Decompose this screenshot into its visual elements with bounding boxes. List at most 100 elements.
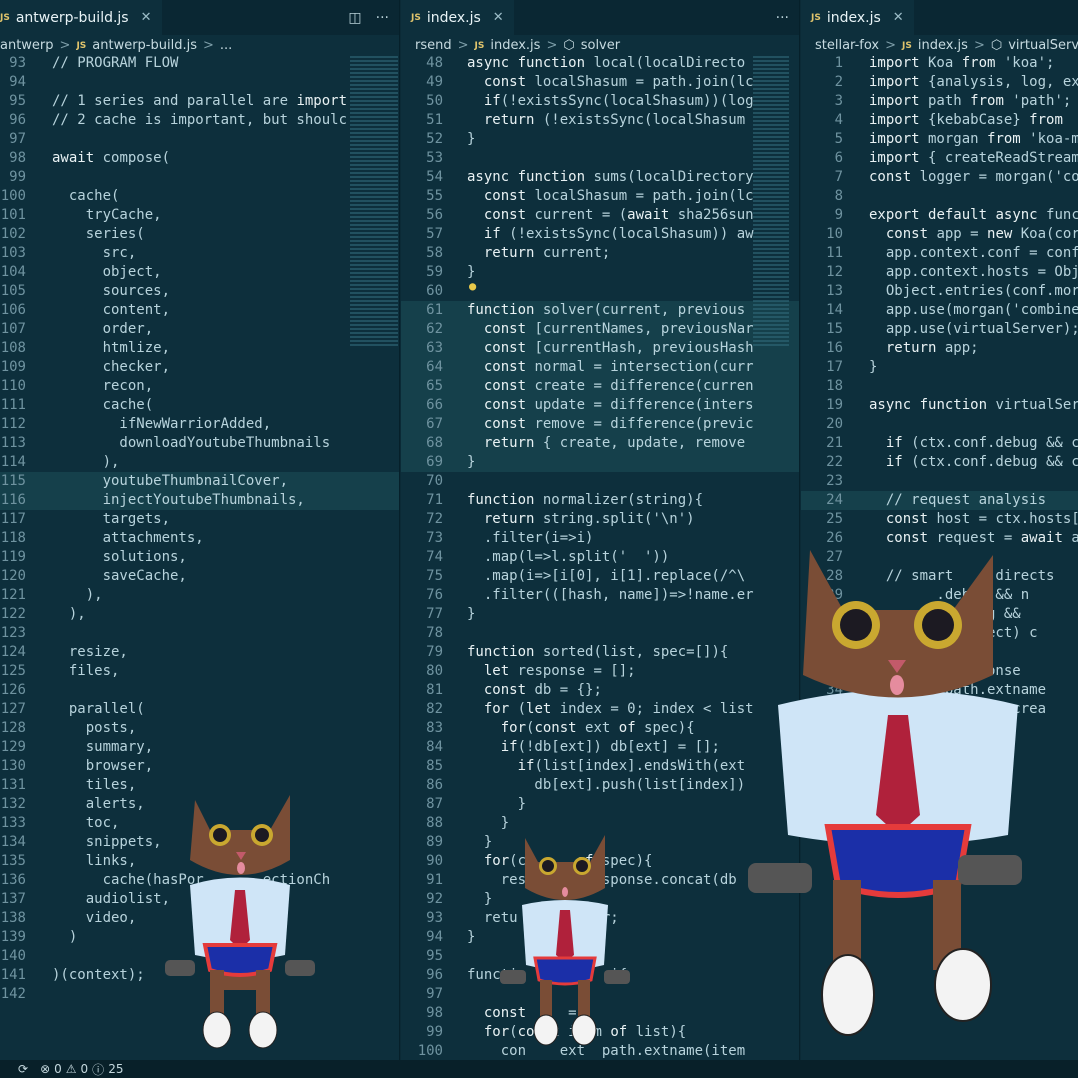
code-line[interactable]: 54 async function sums(localDirectory <box>401 168 799 187</box>
more-actions-icon[interactable]: ··· <box>776 10 789 26</box>
code-line[interactable]: 1 import Koa from 'koa'; <box>801 54 1078 73</box>
code-line[interactable]: 97 <box>0 130 399 149</box>
code-line[interactable]: 124 resize, <box>0 643 399 662</box>
breadcrumb-file[interactable]: index.js <box>918 38 968 53</box>
code-line[interactable]: 55 const localShasum = path.join(lc <box>401 187 799 206</box>
code-line[interactable]: 94 <box>0 73 399 92</box>
breadcrumb-folder[interactable]: rsend <box>415 38 452 53</box>
code-line[interactable]: 81 const db = {}; <box>401 681 799 700</box>
code-line[interactable]: 83 for(const ext of spec){ <box>401 719 799 738</box>
code-line[interactable]: 122 ), <box>0 605 399 624</box>
tab-index-rsend[interactable]: JS index.js ✕ <box>401 0 514 35</box>
code-line[interactable]: 4 import {kebabCase} from <box>801 111 1078 130</box>
code-line[interactable]: 99 <box>0 168 399 187</box>
code-line[interactable]: 66 const update = difference(inters <box>401 396 799 415</box>
code-line[interactable]: 67 const remove = difference(previc <box>401 415 799 434</box>
code-line[interactable]: 7 const logger = morgan('co <box>801 168 1078 187</box>
code-line[interactable]: 50 if(!existsSync(localShasum))(log <box>401 92 799 111</box>
code-line[interactable]: 51 return (!existsSync(localShasum <box>401 111 799 130</box>
code-line[interactable]: 76 .filter(([hash, name])=>!name.er <box>401 586 799 605</box>
code-line[interactable]: 116 injectYoutubeThumbnails, <box>0 491 399 510</box>
lightbulb-icon[interactable]: ● <box>469 279 476 293</box>
code-line[interactable]: 102 series( <box>0 225 399 244</box>
code-line[interactable]: 78 <box>401 624 799 643</box>
code-line[interactable]: 95 // 1 series and parallel are import <box>0 92 399 111</box>
code-line[interactable]: 120 saveCache, <box>0 567 399 586</box>
code-line[interactable]: 85 if(list[index].endsWith(ext <box>401 757 799 776</box>
code-line[interactable]: 12 app.context.hosts = Obj <box>801 263 1078 282</box>
code-line[interactable]: 15 app.use(virtualServer); <box>801 320 1078 339</box>
code-line[interactable]: 53 <box>401 149 799 168</box>
breadcrumb-folder[interactable]: antwerp <box>0 38 54 53</box>
code-line[interactable]: 129 summary, <box>0 738 399 757</box>
breadcrumb-file[interactable]: index.js <box>490 38 540 53</box>
code-line[interactable]: 49 const localShasum = path.join(lc <box>401 73 799 92</box>
code-line[interactable]: 74 .map(l=>l.split(' ')) <box>401 548 799 567</box>
code-line[interactable]: 111 cache( <box>0 396 399 415</box>
close-icon[interactable]: ✕ <box>141 10 152 25</box>
code-line[interactable]: 118 attachments, <box>0 529 399 548</box>
code-line[interactable]: 57 if (!existsSync(localShasum)) aw <box>401 225 799 244</box>
code-line[interactable]: 21 if (ctx.conf.debug && c <box>801 434 1078 453</box>
tab-antwerp-build[interactable]: JS antwerp-build.js ✕ <box>0 0 162 35</box>
sync-icon[interactable]: ⟳ <box>18 1062 28 1076</box>
code-line[interactable]: 20 <box>801 415 1078 434</box>
code-line[interactable]: 130 browser, <box>0 757 399 776</box>
code-line[interactable]: 16 return app; <box>801 339 1078 358</box>
code-line[interactable]: 125 files, <box>0 662 399 681</box>
breadcrumb-file[interactable]: antwerp-build.js <box>92 38 197 53</box>
code-line[interactable]: 117 targets, <box>0 510 399 529</box>
code-line[interactable]: 119 solutions, <box>0 548 399 567</box>
code-line[interactable]: 56 const current = (await sha256sun <box>401 206 799 225</box>
code-line[interactable]: 101 tryCache, <box>0 206 399 225</box>
code-line[interactable]: 22 if (ctx.conf.debug && c <box>801 453 1078 472</box>
code-line[interactable]: 106 content, <box>0 301 399 320</box>
code-line[interactable]: 65 const create = difference(curren <box>401 377 799 396</box>
code-line[interactable]: 13 Object.entries(conf.mor <box>801 282 1078 301</box>
code-line[interactable]: 103 src, <box>0 244 399 263</box>
more-actions-icon[interactable]: ··· <box>376 10 389 26</box>
code-line[interactable]: 109 checker, <box>0 358 399 377</box>
code-line[interactable]: 123 <box>0 624 399 643</box>
code-line[interactable]: 115 youtubeThumbnailCover, <box>0 472 399 491</box>
code-line[interactable]: 3 import path from 'path'; <box>801 92 1078 111</box>
breadcrumb-symbol[interactable]: solver <box>581 38 620 53</box>
code-line[interactable]: 68 return { create, update, remove <box>401 434 799 453</box>
code-line[interactable]: 113 downloadYoutubeThumbnails <box>0 434 399 453</box>
code-line[interactable]: 114 ), <box>0 453 399 472</box>
code-line[interactable]: 112 ifNewWarriorAdded, <box>0 415 399 434</box>
split-editor-icon[interactable]: ◫ <box>348 10 361 26</box>
code-line[interactable]: 79 function sorted(list, spec=[]){ <box>401 643 799 662</box>
minimap[interactable] <box>753 56 789 346</box>
code-line[interactable]: 80 let response = []; <box>401 662 799 681</box>
code-line[interactable]: 17} <box>801 358 1078 377</box>
code-line[interactable]: 104 object, <box>0 263 399 282</box>
code-line[interactable]: 63 const [currentHash, previousHash <box>401 339 799 358</box>
code-line[interactable]: 25 const host = ctx.hosts[ <box>801 510 1078 529</box>
code-line[interactable]: 87 } <box>401 795 799 814</box>
code-line[interactable]: 73 .filter(i=>i) <box>401 529 799 548</box>
breadcrumb-folder[interactable]: stellar-fox <box>815 38 879 53</box>
code-line[interactable]: 23 <box>801 472 1078 491</box>
code-line[interactable]: 70 <box>401 472 799 491</box>
code-line[interactable]: 108 htmlize, <box>0 339 399 358</box>
problems-indicator[interactable]: ⊗ 0 ⚠ 0 ⓘ 25 <box>40 1061 123 1078</box>
code-line[interactable]: 61 function solver(current, previous <box>401 301 799 320</box>
code-line[interactable]: 75 .map(i=>[i[0], i[1].replace(/^\ <box>401 567 799 586</box>
close-icon[interactable]: ✕ <box>493 10 504 25</box>
code-line[interactable]: 11 app.context.conf = conf <box>801 244 1078 263</box>
code-line[interactable]: 82 for (let index = 0; index < list <box>401 700 799 719</box>
code-line[interactable]: 59} <box>401 263 799 282</box>
code-line[interactable]: 127 parallel( <box>0 700 399 719</box>
code-line[interactable]: 2 import {analysis, log, ex <box>801 73 1078 92</box>
breadcrumb-symbol[interactable]: virtualServe <box>1008 38 1078 53</box>
code-line[interactable]: 110 recon, <box>0 377 399 396</box>
code-line[interactable]: 84 if(!db[ext]) db[ext] = []; <box>401 738 799 757</box>
code-line[interactable]: 14 app.use(morgan('combine <box>801 301 1078 320</box>
code-line[interactable]: 77} <box>401 605 799 624</box>
code-line[interactable]: 64 const normal = intersection(curr <box>401 358 799 377</box>
code-line[interactable]: 5 import morgan from 'koa-m <box>801 130 1078 149</box>
breadcrumb-symbol[interactable]: ... <box>220 38 232 53</box>
code-line[interactable]: 128 posts, <box>0 719 399 738</box>
code-line[interactable]: 18 <box>801 377 1078 396</box>
